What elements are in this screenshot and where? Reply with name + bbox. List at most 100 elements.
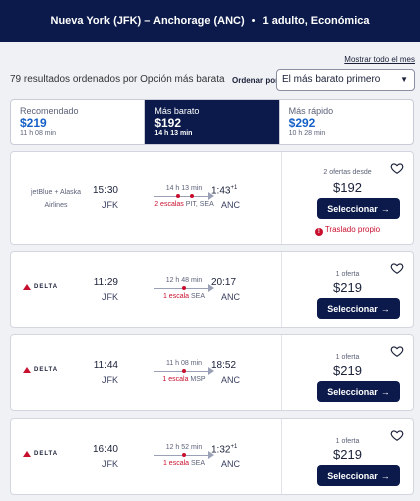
departure-time: 16:40 [92, 444, 118, 455]
airline-logo-text: DELTA [34, 367, 59, 373]
select-button-label: Seleccionar [327, 203, 378, 214]
tab-duration: 11 h 08 min [20, 130, 57, 137]
show-month-link[interactable]: Mostrar todo el mes [344, 55, 415, 64]
stop-dot [176, 194, 180, 198]
flight-card[interactable]: jetBlue + Alaska Airlines 15:30 JFK 14 h… [10, 151, 414, 245]
sort-tabs: Recomendado $219 11 h 08 min Más barato … [10, 99, 414, 145]
route-line: 12 h 52 min 1 escala SEA [154, 444, 214, 467]
route-track [154, 451, 214, 459]
arrival-time-value: 1:32 [211, 444, 231, 456]
price-panel: 1 oferta $219 Seleccionar → [282, 335, 413, 410]
tab-label: Más rápido [288, 106, 334, 116]
stops-info: 2 escalas PIT, SEA [154, 201, 214, 208]
tab-recommended[interactable]: Recomendado $219 11 h 08 min [11, 100, 144, 144]
delta-logo-icon [23, 451, 31, 457]
departure-airport: JFK [101, 375, 118, 385]
sort-label: Ordenar por [232, 76, 279, 85]
airline-name: jetBlue + Alaska Airlines [30, 189, 81, 209]
search-summary-bar[interactable]: Nueva York (JFK) – Anchorage (ANC) • 1 a… [0, 0, 420, 42]
arrow-right-icon: → [380, 386, 390, 397]
summary-separator: • [251, 15, 256, 27]
warning-text: Traslado propio [324, 225, 381, 234]
price-panel: 1 oferta $219 Seleccionar → [282, 252, 413, 327]
arrival-airport: ANC [221, 200, 241, 210]
stops-info: 1 escala SEA [154, 293, 214, 300]
delta-logo-icon [23, 284, 31, 290]
select-button[interactable]: Seleccionar → [317, 198, 400, 219]
airline-logo-text: DELTA [34, 284, 59, 290]
sort-value: El más barato primero [282, 74, 381, 85]
tab-cheapest[interactable]: Más barato $192 14 h 13 min [144, 100, 279, 144]
departure-time: 15:30 [92, 185, 118, 196]
arrow-right-icon: → [380, 303, 390, 314]
stop-dot [182, 286, 186, 290]
arrival-time: 18:52 [211, 360, 236, 371]
departure-airport: JFK [101, 459, 118, 469]
route-summary: Nueva York (JFK) – Anchorage (ANC) [50, 15, 245, 27]
sort-select[interactable]: El más barato primero ▼ [276, 69, 415, 91]
stops-count: 2 escalas [154, 201, 184, 208]
alert-icon: ! [314, 228, 323, 236]
tab-price: $219 [20, 116, 47, 130]
passenger-summary: 1 adulto, Económica [262, 15, 370, 27]
select-button[interactable]: Seleccionar → [317, 298, 400, 319]
route-line: 11 h 08 min 1 escala MSP [154, 360, 214, 383]
airline-logo: DELTA [23, 284, 58, 290]
flight-duration: 11 h 08 min [165, 360, 203, 367]
stops-count: 1 escala [162, 376, 189, 383]
stops-via: PIT, SEA [185, 201, 214, 208]
select-button-label: Seleccionar [327, 470, 378, 481]
stops-count: 1 escala [162, 460, 190, 467]
flight-duration: 14 h 13 min [165, 185, 203, 192]
tab-duration: 10 h 28 min [288, 130, 326, 137]
select-button-label: Seleccionar [327, 386, 378, 397]
departure-airport: JFK [101, 292, 118, 302]
select-button[interactable]: Seleccionar → [317, 381, 400, 402]
airline-logo-text: DELTA [34, 451, 59, 457]
arrival-day-offset: +1 [230, 444, 238, 450]
flight-price: $219 [333, 363, 362, 378]
stop-dot [182, 453, 186, 457]
flight-card[interactable]: DELTA 11:44 JFK 11 h 08 min 1 escala MSP… [10, 334, 414, 411]
flight-price: $219 [333, 280, 362, 295]
stops-via: SEA [191, 460, 206, 467]
flight-price: $219 [333, 447, 362, 462]
flight-card[interactable]: DELTA 11:29 JFK 12 h 48 min 1 escala SEA… [10, 251, 414, 328]
chevron-down-icon: ▼ [400, 75, 408, 84]
delta-logo-icon [23, 367, 31, 373]
arrow-right-icon: → [380, 203, 390, 214]
select-button[interactable]: Seleccionar → [317, 465, 400, 486]
offers-count: 2 ofertas desde [323, 169, 372, 176]
tab-price: $192 [154, 116, 182, 130]
stops-via: MSP [190, 376, 206, 383]
route-line: 12 h 48 min 1 escala SEA [154, 277, 214, 300]
flight-details: DELTA 16:40 JFK 12 h 52 min 1 escala SEA… [11, 419, 281, 494]
stops-info: 1 escala MSP [154, 376, 214, 383]
flight-card[interactable]: DELTA 16:40 JFK 12 h 52 min 1 escala SEA… [10, 418, 414, 495]
route-track [154, 284, 214, 292]
tab-fastest[interactable]: Más rápido $292 10 h 28 min [278, 100, 413, 144]
flight-price: $192 [333, 180, 362, 195]
flight-duration: 12 h 52 min [165, 444, 203, 451]
tab-price: $292 [288, 116, 316, 130]
stops-info: 1 escala SEA [154, 460, 214, 467]
arrival-time-value: 20:17 [211, 277, 237, 288]
price-panel: 2 ofertas desde $192 Seleccionar → ! Trasl… [282, 152, 413, 244]
departure-time: 11:44 [93, 360, 118, 371]
arrival-day-offset: +1 [230, 185, 238, 191]
arrival-time: 1:32+1 [211, 444, 237, 455]
arrival-airport: ANC [221, 375, 241, 385]
airline-logo: DELTA [23, 367, 58, 373]
offers-count: 1 oferta [335, 438, 360, 445]
price-panel: 1 oferta $219 Seleccionar → [282, 419, 413, 494]
route-track [154, 367, 214, 375]
tab-label: Más barato [154, 106, 200, 116]
offers-count: 1 oferta [335, 354, 360, 361]
stop-dot [190, 194, 194, 198]
arrival-airport: ANC [221, 459, 241, 469]
results-count: 79 resultados ordenados por Opción más b… [10, 74, 225, 85]
arrival-time-value: 18:52 [211, 360, 237, 371]
route-line: 14 h 13 min 2 escalas PIT, SEA [154, 185, 214, 208]
tab-duration: 14 h 13 min [154, 130, 193, 137]
airline-logo: DELTA [23, 451, 58, 457]
